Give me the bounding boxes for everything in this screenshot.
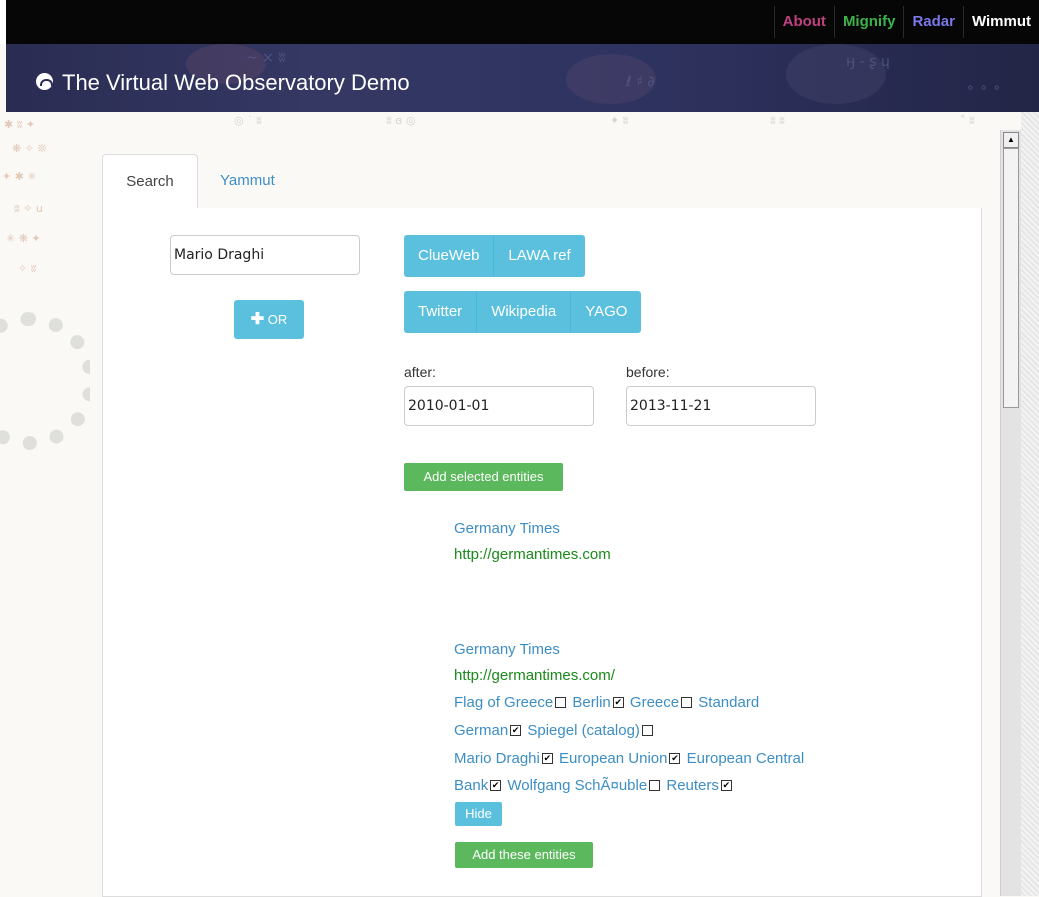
entity-label[interactable]: Wolfgang SchÃ¤uble <box>507 777 647 794</box>
top-navbar: About Mignify Radar Wimmut <box>0 0 1039 44</box>
entity-checkbox[interactable] <box>641 725 653 736</box>
entity-label[interactable]: Reuters <box>666 777 719 794</box>
background-decoration-top: ◎ ˙ ʬ ʬ ɞ ◎ ✦ ʬ ʬ ʬ ˚ ʬ <box>234 114 975 127</box>
nav-wimmut-link[interactable]: Wimmut <box>962 6 1039 38</box>
entity-checkbox[interactable] <box>612 697 624 708</box>
result-title[interactable]: Germany Times <box>454 641 560 658</box>
entity-checkbox[interactable] <box>669 753 681 764</box>
entity-label[interactable]: Flag of Greece <box>454 694 553 711</box>
source-twitter-button[interactable]: Twitter <box>404 291 477 333</box>
entity-line: Flag of Greece Berlin Greece Standard <box>454 694 759 711</box>
add-or-button-label: OR <box>267 312 288 327</box>
window-edge <box>0 0 6 44</box>
entity-checkbox[interactable] <box>720 780 732 791</box>
add-these-entities-button[interactable]: Add these entities <box>455 842 593 868</box>
background-decoration-left: ✱ ʬ ✦ ❋ ✧ ❊ ✦ ✱ ✳ ʬ ✧ u ✳ ❋ ✦ ✧ ʬ <box>0 112 90 452</box>
nav-radar-link[interactable]: Radar <box>903 6 963 38</box>
after-label: after: <box>404 364 436 380</box>
entity-label[interactable]: Standard <box>698 694 759 711</box>
after-date-field[interactable]: 2010-01-01 <box>404 386 594 426</box>
source-buttons-row-2: Twitter Wikipedia YAGO <box>404 291 642 333</box>
entity-checkbox[interactable] <box>649 780 661 791</box>
entity-label[interactable]: Spiegel (catalog) <box>527 722 640 739</box>
before-date-field[interactable]: 2013-11-21 <box>626 386 816 426</box>
nav-about-link[interactable]: About <box>773 6 834 38</box>
entity-line: Mario Draghi European Union European Cen… <box>454 750 804 767</box>
search-input[interactable]: Mario Draghi <box>170 235 360 275</box>
source-wikipedia-button[interactable]: Wikipedia <box>476 291 571 333</box>
tab-search[interactable]: Search <box>102 154 198 210</box>
entity-checkbox[interactable] <box>541 753 553 764</box>
entity-label[interactable]: German <box>454 722 508 739</box>
entity-label[interactable]: Mario Draghi <box>454 750 540 767</box>
plus-icon: ✚ <box>250 311 265 328</box>
header-decoration <box>786 44 886 104</box>
result-title[interactable]: Germany Times <box>454 520 560 537</box>
source-clueweb-button[interactable]: ClueWeb <box>404 235 494 277</box>
nav-mignify-link[interactable]: Mignify <box>833 6 904 38</box>
result-url[interactable]: http://germantimes.com <box>454 546 611 563</box>
scroll-up-arrow-icon[interactable]: ▲ <box>1003 132 1019 148</box>
add-or-button[interactable]: ✚ OR <box>234 300 304 339</box>
entity-label[interactable]: Bank <box>454 777 488 794</box>
entity-line: Bank Wolfgang SchÃ¤uble Reuters <box>454 777 734 794</box>
entity-checkbox[interactable] <box>555 697 567 708</box>
entity-line: German Spiegel (catalog) <box>454 722 655 739</box>
entity-label[interactable]: European Union <box>559 750 667 767</box>
observatory-logo-icon <box>36 73 53 90</box>
source-lawa-ref-button[interactable]: LAWA ref <box>493 235 585 277</box>
source-yago-button[interactable]: YAGO <box>570 291 642 333</box>
vertical-scrollbar[interactable]: ▲ <box>1000 130 1021 896</box>
entity-checkbox[interactable] <box>490 780 502 791</box>
hide-button[interactable]: Hide <box>455 802 502 826</box>
tab-bar: Search Yammut <box>102 154 982 210</box>
entity-label[interactable]: European Central <box>687 750 805 767</box>
header-decoration: ӈ - ʂ ɥ <box>846 54 890 70</box>
tab-yammut[interactable]: Yammut <box>220 154 275 208</box>
source-buttons-row-1: ClueWeb LAWA ref <box>404 235 585 277</box>
header-decoration: ℓ ♯ ∂ <box>626 74 655 90</box>
background-decoration-right <box>1021 112 1039 896</box>
header-decoration: ~ × ʬ <box>246 50 286 66</box>
before-label: before: <box>626 364 670 380</box>
result-url[interactable]: http://germantimes.com/ <box>454 667 615 684</box>
entity-label[interactable]: Berlin <box>572 694 610 711</box>
add-selected-entities-button[interactable]: Add selected entities <box>404 463 563 491</box>
entity-label[interactable]: Greece <box>630 694 679 711</box>
top-nav-links: About Mignify Radar Wimmut <box>773 6 1039 38</box>
entity-checkbox[interactable] <box>681 697 693 708</box>
scrollbar-thumb[interactable] <box>1003 148 1019 408</box>
site-header: ~ × ʬ ℓ ♯ ∂ ӈ - ʂ ɥ ∘ ∘ ∘ The Virtual We… <box>6 44 1039 112</box>
site-title: The Virtual Web Observatory Demo <box>62 70 410 95</box>
entity-checkbox[interactable] <box>510 725 522 736</box>
header-decoration: ∘ ∘ ∘ <box>966 80 1002 96</box>
